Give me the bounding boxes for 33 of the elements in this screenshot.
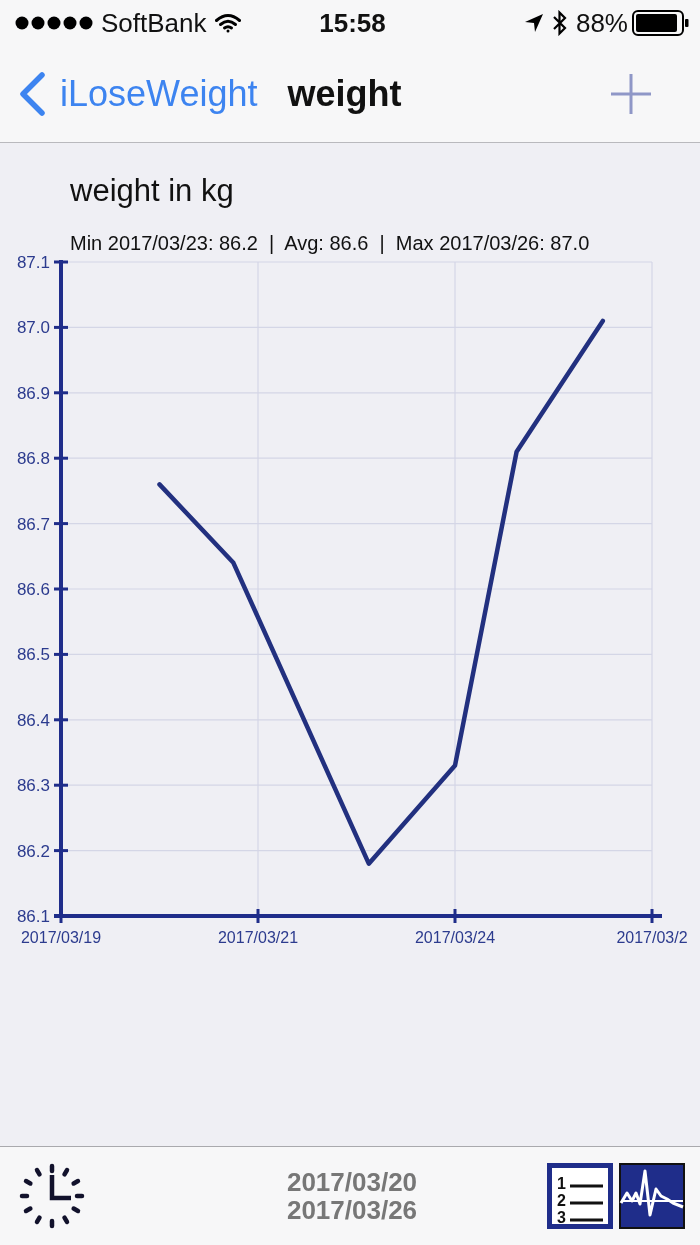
y-axis-label: 87.0	[16, 318, 50, 338]
x-axis-label: 2017/03/2	[616, 929, 688, 946]
y-axis-label: 86.7	[16, 514, 50, 534]
clock-icon[interactable]	[19, 1163, 85, 1229]
chart-summary: Min 2017/03/23: 86.2 | Avg: 86.6 | Max 2017/03/26: 87.0	[70, 231, 591, 255]
battery-icon	[632, 10, 690, 36]
date-text: 2017/03/26	[286, 1196, 418, 1224]
y-axis-label: 86.6	[16, 580, 50, 599]
carrier-name: SoftBank	[101, 10, 207, 36]
signal-icon	[15, 16, 93, 30]
chart-title: weight in kg	[69, 172, 235, 209]
location-arrow-icon	[523, 13, 544, 33]
wifi-icon	[214, 13, 241, 33]
y-axis-label: 86.3	[16, 776, 50, 796]
numbered-list-icon[interactable]: 1 2 3	[547, 1163, 613, 1229]
waveform-chart-icon[interactable]	[619, 1163, 685, 1229]
x-axis-label: 2017/03/19	[20, 929, 102, 946]
status-time: 15:58	[319, 10, 386, 36]
y-axis-label: 86.9	[16, 383, 50, 403]
battery-percent: 88%	[575, 10, 628, 36]
y-axis-label: 86.1	[16, 907, 50, 926]
y-axis-label: 86.5	[16, 645, 50, 665]
y-axis-label: 86.8	[16, 449, 50, 469]
bluetooth-icon	[551, 10, 568, 36]
y-axis-label: 86.2	[16, 841, 50, 861]
chevron-left-icon	[18, 72, 46, 116]
x-axis-label: 2017/03/24	[414, 929, 496, 946]
date-text: 2017/03/20	[286, 1168, 418, 1196]
screen-title: weight	[287, 74, 402, 114]
y-axis-label: 86.4	[16, 710, 50, 730]
x-axis-label: 2017/03/21	[217, 929, 299, 946]
plus-icon[interactable]	[610, 73, 652, 115]
y-axis-label: 87.1	[16, 255, 50, 272]
